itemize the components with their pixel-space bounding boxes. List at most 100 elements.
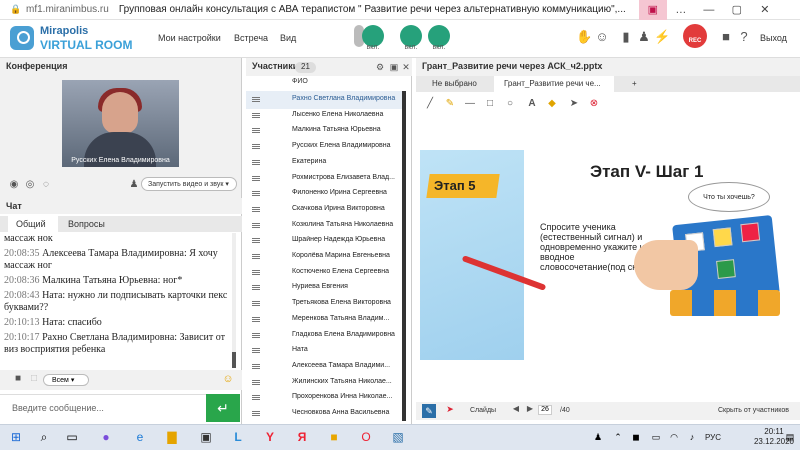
drag-handle-icon[interactable] [252,238,260,240]
tab-questions[interactable]: Вопросы [60,216,113,232]
language-flag-icon[interactable]: ■ [718,29,734,44]
add-tab-button[interactable]: + [622,76,647,92]
minimize-icon[interactable]: — [695,4,723,16]
drag-handle-icon[interactable] [252,222,260,224]
drag-handle-icon[interactable] [252,379,260,381]
participants-name-column-header[interactable]: ФИО [246,78,406,90]
record-button[interactable] [683,24,707,48]
users-icon[interactable]: ♟ [636,29,652,45]
alice-icon[interactable]: ● [98,430,114,444]
text-color-icon[interactable]: ■ [10,373,26,384]
tray-arrow-icon[interactable]: ⌃ [610,430,626,444]
exit-button[interactable]: Выход [760,33,787,43]
drag-handle-icon[interactable] [252,112,260,114]
close-icon[interactable]: ✕ [751,3,779,16]
explorer-icon[interactable]: ▇ [164,430,180,444]
drag-handle-icon[interactable] [252,301,260,303]
pointer-mode-icon[interactable]: ➤ [442,404,458,415]
current-slide-input[interactable]: 26 [538,405,552,415]
drag-handle-icon[interactable] [252,97,260,98]
conference-tool-icon-2[interactable]: ◎ [22,179,38,190]
line-tool-icon[interactable]: — [464,98,476,110]
next-slide-icon[interactable]: ▶ [522,404,538,413]
wifi-icon[interactable]: ◠ [666,430,682,444]
start-video-button[interactable]: Запустить видео и звук ▾ [141,177,237,191]
chat-message-input[interactable]: Введите сообщение... [0,394,206,422]
tab-general[interactable]: Общий [8,216,58,232]
tab-presentation-file[interactable]: Грант_Развитие речи че... [494,76,614,92]
yandex-icon[interactable]: Я [294,430,310,444]
drag-handle-icon[interactable] [252,285,260,287]
drag-handle-icon[interactable] [252,332,260,334]
battery-icon[interactable]: ▭ [648,430,664,444]
drag-handle-icon[interactable] [252,144,260,146]
volume-icon[interactable]: ♪ [684,430,700,444]
participants-scrollbar[interactable] [402,91,406,421]
pointer-tool-icon[interactable]: ➤ [568,98,580,110]
conference-tool-icon-3[interactable]: ◌ [38,179,54,190]
ellipse-tool-icon[interactable]: ○ [504,98,516,110]
task-view-icon[interactable]: ▭ [64,430,80,444]
send-message-button[interactable]: ↵ [206,394,240,422]
windows-start-icon[interactable]: ⊞ [8,430,24,444]
more-icon[interactable]: … [667,4,695,16]
search-icon[interactable]: ⌕ [36,430,52,444]
opera-icon[interactable]: O [358,430,374,444]
drag-handle-icon[interactable] [252,175,260,177]
slides-label[interactable]: Слайды [470,407,496,414]
close-panel-icon[interactable]: ✕ [398,62,414,73]
participant-row[interactable]: Чесновкова Анна Васильевна [246,405,404,423]
drag-handle-icon[interactable] [252,206,260,208]
emoji-icon[interactable]: ☺ [594,29,610,44]
recipient-select[interactable]: Всем ▾ [43,374,89,386]
text-tool-icon[interactable]: A [526,98,538,110]
app-blue-icon[interactable]: ▧ [390,430,406,444]
edge-icon[interactable]: e [132,430,148,444]
drag-handle-icon[interactable] [252,316,260,318]
drag-handle-icon[interactable] [252,269,260,271]
menu-meeting[interactable]: Встреча [234,33,268,43]
rectangle-tool-icon[interactable]: □ [484,98,496,110]
clear-tool-icon[interactable]: ⊗ [588,98,600,110]
notifications-icon[interactable]: ▣ [638,0,667,20]
app-l-icon[interactable]: L [230,430,246,444]
menu-my-settings[interactable]: Мои настройки [158,33,221,43]
raise-hand-icon[interactable]: ✋ [576,29,592,45]
participants-scrollbar-thumb[interactable] [402,91,406,421]
drag-handle-icon[interactable] [252,411,260,412]
presentation-slide[interactable]: Этап 5 Этап V- Шаг 1 Что ты хочешь? Спро… [420,150,795,360]
notifications-center-icon[interactable]: ▤ [782,430,798,444]
drag-handle-icon[interactable] [252,348,260,350]
hide-from-participants-button[interactable]: Скрыть от участников [718,407,789,414]
store-icon[interactable]: ▣ [198,430,214,444]
help-icon[interactable]: ? [736,29,752,44]
conference-tool-icon-1[interactable]: ◉ [6,179,22,190]
drag-handle-icon[interactable] [252,363,260,365]
drag-handle-icon[interactable] [252,254,260,255]
tray-app-icon[interactable]: ◼ [628,430,644,444]
maximize-icon[interactable]: ▢ [723,3,751,16]
people-icon[interactable]: ♟ [590,430,606,444]
browser-url[interactable]: mf1.miranimbus.ru [26,4,109,15]
pen-tool-icon[interactable]: ╱ [424,98,436,110]
drag-handle-icon[interactable] [252,191,260,193]
drag-handle-icon[interactable] [252,395,260,397]
stats-icon[interactable]: ▮ [618,29,634,45]
app-yellow-icon[interactable]: ■ [326,430,342,444]
yandex-browser-icon[interactable]: Y [262,430,278,444]
drag-handle-icon[interactable] [252,159,260,161]
drag-handle-icon[interactable] [252,128,260,130]
network-icon[interactable]: ⚡ [654,29,670,45]
fill-tool-icon[interactable]: ◆ [546,98,558,110]
marker-tool-icon[interactable]: ✎ [444,98,456,110]
video-person-face [102,92,138,134]
draw-mode-icon[interactable]: ✎ [422,404,436,418]
emoji-picker-icon[interactable]: ☺ [220,373,236,385]
background-color-icon[interactable]: □ [26,373,42,384]
tab-not-selected[interactable]: Не выбрано [422,76,487,92]
chat-scrollbar-thumb[interactable] [232,352,236,368]
menu-view[interactable]: Вид [280,33,296,43]
video-feed[interactable]: Русских Елена Владимировна [62,80,179,167]
input-language[interactable]: РУС [705,433,721,442]
chat-scrollbar[interactable] [232,233,236,368]
